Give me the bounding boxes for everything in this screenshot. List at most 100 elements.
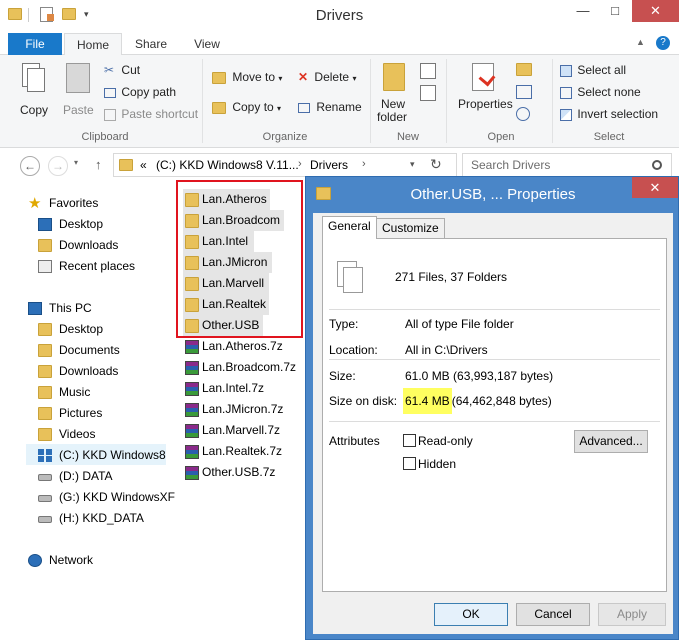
readonly-checkbox-box[interactable] (403, 434, 416, 447)
copy-path-button[interactable]: Copy path (104, 85, 176, 99)
breadcrumb-chevron-icon[interactable]: › (298, 158, 302, 170)
paste-button[interactable]: Paste (58, 61, 98, 121)
readonly-label: Read-only (418, 434, 473, 448)
archive-name: Lan.Realtek.7z (202, 444, 283, 458)
properties-button[interactable]: Properties (456, 61, 513, 125)
readonly-checkbox[interactable]: Read-only (403, 433, 493, 449)
cancel-button[interactable]: Cancel (516, 603, 590, 626)
archive-name: Lan.Broadcom.7z (202, 360, 297, 374)
history-icon[interactable] (516, 107, 530, 121)
help-icon[interactable]: ? (656, 36, 670, 50)
archive-icon (185, 382, 199, 396)
address-folder-icon (119, 159, 133, 171)
archive-item[interactable]: Lan.Intel.7z (183, 378, 303, 399)
size-on-disk-value: 61.4 MB (64,462,848 bytes) (403, 388, 552, 414)
new-item-icon[interactable] (420, 63, 436, 79)
nav-downloads-label: Downloads (59, 238, 119, 252)
nav-pc-desktop-label: Desktop (59, 322, 104, 336)
advanced-button[interactable]: Advanced... (574, 430, 648, 453)
up-button[interactable]: ↑ (95, 157, 102, 172)
cut-label: Cut (121, 63, 141, 77)
easy-access-icon[interactable] (420, 85, 436, 101)
apply-button[interactable]: Apply (598, 603, 666, 626)
breadcrumb-drive[interactable]: (C:) KKD Windows8 V.11... (156, 158, 299, 172)
search-input[interactable]: Search Drivers (462, 153, 672, 177)
size-on-disk-bytes: (64,462,848 bytes) (451, 394, 552, 408)
copy-button[interactable]: Copy (14, 61, 54, 121)
windows-drive-icon (38, 449, 52, 462)
archive-name: Lan.Atheros.7z (202, 339, 283, 353)
rename-button[interactable]: Rename (298, 100, 362, 114)
search-icon[interactable] (652, 160, 662, 170)
highlight-box (176, 180, 303, 338)
breadcrumb-chevron-icon[interactable]: › (362, 158, 366, 170)
minimize-button[interactable]: — (568, 0, 598, 22)
ribbon-separator (370, 59, 371, 143)
paste-label: Paste (63, 103, 94, 117)
move-to-button[interactable]: Move to ▾ (212, 70, 282, 84)
hidden-checkbox-box[interactable] (403, 457, 416, 470)
drive-icon (38, 474, 52, 481)
dialog-close-button[interactable]: ✕ (632, 177, 678, 198)
archive-item[interactable]: Lan.Broadcom.7z (183, 357, 303, 378)
divider (329, 359, 660, 360)
refresh-icon[interactable]: ↻ (430, 156, 442, 173)
breadcrumb-drivers[interactable]: Drivers (310, 158, 348, 172)
dialog-title: Other.USB, ... Properties (410, 186, 576, 203)
address-bar[interactable]: « (C:) KKD Windows8 V.11... › Drivers › … (113, 153, 457, 177)
general-panel: 271 Files, 37 Folders Type: All of type … (322, 238, 667, 592)
archive-item[interactable]: Lan.JMicron.7z (183, 399, 303, 420)
select-all-label: Select all (577, 63, 627, 77)
invert-selection-button[interactable]: Invert selection (560, 107, 658, 121)
location-value: All in C:\Drivers (405, 343, 488, 357)
dialog-body: General Customize 271 Files, 37 Folders … (313, 213, 673, 634)
tab-general[interactable]: General (322, 216, 377, 239)
tab-customize[interactable]: Customize (376, 218, 445, 239)
divider (329, 309, 660, 310)
forward-button[interactable]: → (48, 156, 68, 176)
scissors-icon: ✂ (104, 63, 115, 77)
copy-to-button[interactable]: Copy to ▾ (212, 100, 281, 114)
ribbon-separator (446, 59, 447, 143)
back-button[interactable]: ← (20, 156, 40, 176)
tab-home[interactable]: Home (64, 33, 122, 56)
tab-share[interactable]: Share (124, 33, 178, 55)
archive-item[interactable]: Lan.Atheros.7z (183, 336, 303, 357)
tab-file[interactable]: File (8, 33, 62, 55)
cut-button[interactable]: ✂ Cut (104, 63, 140, 77)
ok-button[interactable]: OK (434, 603, 508, 626)
archive-icon (185, 445, 199, 459)
dialog-title-bar[interactable]: Other.USB, ... Properties ✕ (306, 177, 679, 211)
size-value: 61.0 MB (63,993,187 bytes) (405, 369, 554, 383)
tab-view[interactable]: View (180, 33, 234, 55)
open-icon[interactable] (516, 63, 532, 77)
new-folder-label-2: folder (377, 110, 408, 124)
close-button[interactable]: ✕ (632, 0, 679, 22)
archive-item[interactable]: Other.USB.7z (183, 462, 303, 483)
archive-item[interactable]: Lan.Marvell.7z (183, 420, 303, 441)
nav-network-label: Network (49, 553, 94, 567)
nav-drive-g-label: (G:) KKD WindowsXF (59, 490, 176, 504)
delete-button[interactable]: ✕ Delete ▾ (298, 70, 356, 84)
address-dropdown-icon[interactable]: ▾ (410, 159, 415, 170)
hidden-checkbox[interactable]: Hidden (403, 456, 493, 472)
edit-icon[interactable] (516, 85, 532, 99)
select-all-icon (560, 64, 572, 77)
new-folder-label-1: New (381, 97, 406, 111)
recent-locations-icon[interactable]: ▾ (74, 158, 78, 167)
divider (329, 421, 660, 422)
nav-desktop-label: Desktop (59, 217, 104, 231)
new-folder-button[interactable]: New folder (374, 61, 414, 125)
select-none-button[interactable]: Select none (560, 85, 641, 99)
ribbon-collapse-icon[interactable]: ▲ (636, 37, 645, 47)
drive-icon (38, 516, 52, 523)
size-on-disk-highlight: 61.4 MB (403, 388, 452, 414)
select-all-button[interactable]: Select all (560, 63, 626, 77)
maximize-button[interactable]: □ (600, 0, 630, 22)
address-overflow[interactable]: « (140, 158, 147, 172)
ribbon: Copy Paste ✂ Cut Copy path Paste shortcu… (0, 55, 679, 148)
folder-icon (38, 344, 52, 357)
paste-shortcut-button[interactable]: Paste shortcut (104, 107, 198, 121)
drive-icon (38, 495, 52, 502)
archive-item[interactable]: Lan.Realtek.7z (183, 441, 303, 462)
